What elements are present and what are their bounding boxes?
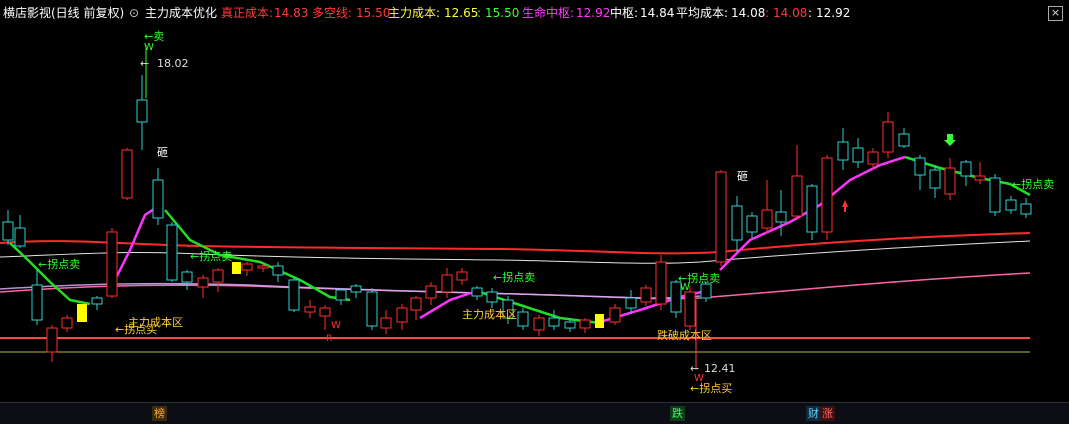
- candle-body: [257, 265, 269, 269]
- candle-body: [471, 287, 483, 297]
- event-marker[interactable]: 榜: [152, 406, 167, 421]
- candle-body: [2, 221, 14, 241]
- hammer-label: 砸: [737, 170, 748, 183]
- candle-body: [121, 149, 133, 199]
- kline-chart[interactable]: ←卖 W ← 18.02 砸 砸 ←拐点卖 ←拐点卖 ←拐点卖 ←拐点卖 ←拐点…: [0, 0, 1069, 402]
- candle-body: [867, 151, 879, 165]
- candle-body: [640, 287, 652, 303]
- low-price-label: 12.41: [704, 362, 736, 375]
- candle-body: [106, 231, 118, 297]
- low-arrow: ←: [690, 362, 699, 375]
- candle-body: [715, 171, 727, 263]
- candle-body: [14, 227, 26, 247]
- candle-body: [548, 317, 560, 327]
- candle-body: [441, 274, 453, 293]
- candle-body: [700, 283, 712, 299]
- event-marker[interactable]: 财: [806, 406, 821, 421]
- candle-body: [410, 297, 422, 311]
- candle-body: [1005, 199, 1017, 211]
- candle-body: [960, 161, 972, 177]
- candle-body: [609, 307, 621, 323]
- event-marker-strip: 榜 跌 财 涨: [0, 402, 1069, 424]
- r-mark: R: [326, 334, 332, 344]
- event-marker[interactable]: 涨: [820, 406, 835, 421]
- lavender-line: [0, 282, 701, 299]
- candle-body: [456, 271, 468, 281]
- candle-body: [335, 289, 347, 301]
- down-arrow-icon: [944, 134, 956, 146]
- candle-body: [350, 285, 362, 293]
- w-mark: W: [680, 282, 690, 293]
- candle-body: [533, 317, 545, 331]
- signal-box: [595, 314, 604, 328]
- candle-body: [579, 319, 591, 329]
- candle-body: [564, 321, 576, 329]
- candle-body: [684, 291, 696, 327]
- candle-body: [517, 311, 529, 327]
- candle-body: [746, 215, 758, 233]
- candle-body: [152, 179, 164, 219]
- candle-body: [166, 224, 178, 281]
- hammer-label: 砸: [157, 146, 168, 159]
- high-price-label: 18.02: [157, 57, 189, 70]
- turn-sell-label: ←拐点卖: [190, 249, 232, 263]
- event-marker[interactable]: 跌: [670, 406, 685, 421]
- candle-body: [304, 306, 316, 313]
- candle-body: [91, 297, 103, 305]
- candle-body: [852, 147, 864, 163]
- candle-body: [380, 317, 392, 329]
- candle-body: [944, 167, 956, 195]
- candle-body: [197, 277, 209, 288]
- candle-body: [655, 261, 667, 305]
- candle-body: [898, 133, 910, 147]
- candle-body: [241, 263, 253, 271]
- candle-body: [212, 269, 224, 283]
- main-cost-zone-label: 主力成本区: [128, 315, 183, 329]
- signal-box: [232, 262, 241, 274]
- turn-sell-label: ←拐点卖: [1012, 177, 1054, 191]
- candle-body: [775, 211, 787, 223]
- candle-body: [625, 297, 637, 309]
- turn-sell-label: ←拐点卖: [38, 257, 80, 271]
- w-mark-top: W: [144, 42, 154, 53]
- turn-sell-label: ←拐点卖: [493, 270, 535, 284]
- drop-cost-zone-label: 跌破成本区: [657, 328, 712, 342]
- candle-body: [181, 271, 193, 283]
- candle-body: [136, 99, 148, 123]
- candle-body: [761, 209, 773, 229]
- candle-body: [989, 177, 1001, 213]
- main-cost-zone-label: 主力成本区: [462, 307, 517, 321]
- candle-body: [882, 121, 894, 153]
- high-arrow: ←: [140, 57, 149, 70]
- candle-body: [425, 285, 437, 299]
- up-arrow-icon: [842, 200, 848, 212]
- candle-body: [929, 169, 941, 189]
- candle-body: [46, 327, 58, 353]
- candle-body: [486, 291, 498, 303]
- candle-body: [61, 317, 73, 329]
- candle-body: [288, 279, 300, 311]
- candle-body: [837, 141, 849, 161]
- signal-box: [77, 304, 87, 322]
- candle-body: [366, 291, 378, 327]
- w-mark: W: [331, 320, 341, 331]
- candle-body: [319, 307, 331, 317]
- candle-body: [272, 265, 284, 276]
- candle-body: [396, 307, 408, 323]
- candle-body: [1020, 203, 1032, 215]
- candle-body: [821, 157, 833, 233]
- candle-body: [31, 284, 43, 321]
- red-cost-line: [0, 232, 1031, 255]
- candle-body: [791, 175, 803, 217]
- candle-body: [914, 157, 926, 176]
- candle-body: [806, 185, 818, 233]
- candle-body: [731, 205, 743, 241]
- green-trend-line: [9, 242, 91, 306]
- candle-body: [974, 175, 986, 181]
